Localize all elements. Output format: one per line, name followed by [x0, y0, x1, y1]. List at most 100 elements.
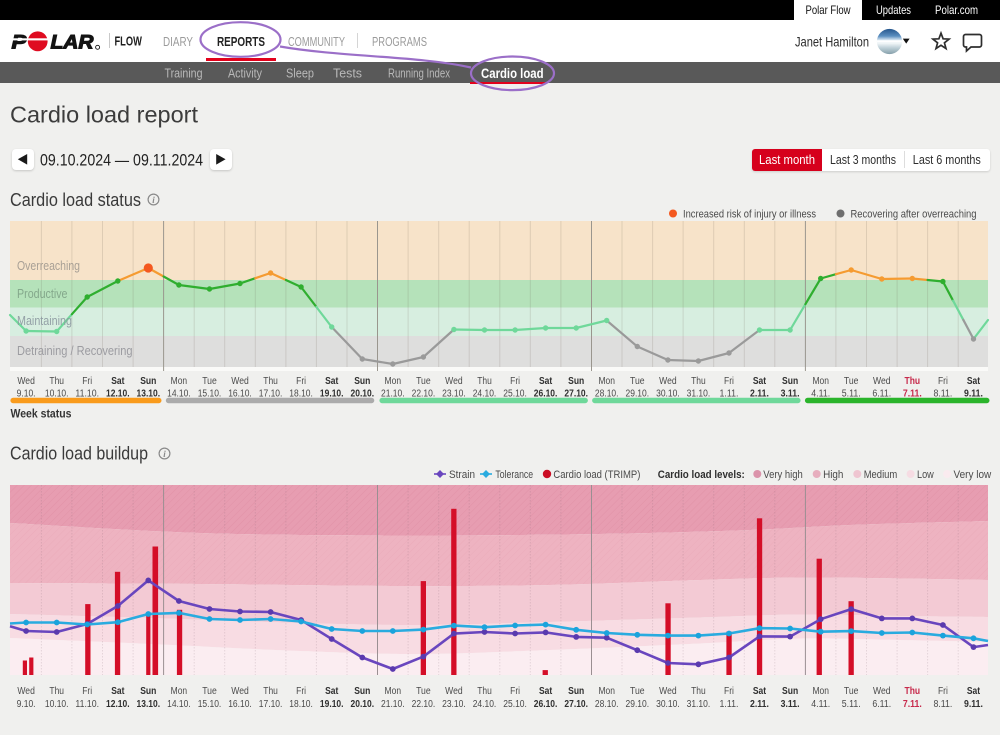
svg-text:28.10.: 28.10. [595, 699, 619, 710]
svg-text:Tue: Tue [630, 376, 645, 387]
svg-text:Strain: Strain [449, 469, 475, 481]
svg-text:High: High [823, 469, 843, 481]
svg-text:14.10.: 14.10. [167, 699, 191, 710]
svg-text:10.10.: 10.10. [45, 389, 69, 400]
svg-text:4.11.: 4.11. [811, 389, 830, 400]
svg-text:Cardio load status: Cardio load status [10, 189, 141, 210]
svg-text:16.10.: 16.10. [228, 699, 252, 710]
svg-text:30.10.: 30.10. [656, 699, 680, 710]
svg-text:Tue: Tue [416, 376, 431, 387]
svg-text:21.10.: 21.10. [381, 389, 405, 400]
svg-text:22.10.: 22.10. [412, 389, 436, 400]
svg-text:1.11.: 1.11. [720, 699, 739, 710]
svg-text:Tue: Tue [416, 686, 431, 697]
svg-text:13.10.: 13.10. [137, 699, 161, 710]
svg-text:Tue: Tue [202, 686, 217, 697]
svg-text:Cardio load buildup: Cardio load buildup [10, 443, 148, 464]
svg-text:30.10.: 30.10. [656, 389, 680, 400]
svg-text:8.11.: 8.11. [933, 699, 952, 710]
svg-text:Mon: Mon [385, 376, 402, 387]
svg-text:Sun: Sun [354, 376, 370, 387]
svg-text:24.10.: 24.10. [473, 389, 497, 400]
svg-text:22.10.: 22.10. [412, 699, 436, 710]
svg-text:Fri: Fri [938, 686, 948, 697]
svg-text:Wed: Wed [17, 376, 35, 387]
svg-text:11.10.: 11.10. [75, 389, 99, 400]
svg-text:Fri: Fri [724, 686, 734, 697]
svg-text:Wed: Wed [659, 686, 677, 697]
svg-text:Thu: Thu [477, 376, 492, 387]
svg-text:5.11.: 5.11. [842, 389, 861, 400]
svg-text:2.11.: 2.11. [750, 389, 769, 400]
svg-text:23.10.: 23.10. [442, 389, 466, 400]
svg-text:Tue: Tue [844, 686, 859, 697]
svg-text:7.11.: 7.11. [903, 389, 922, 400]
svg-text:Wed: Wed [445, 686, 463, 697]
svg-text:25.10.: 25.10. [503, 699, 527, 710]
svg-text:Sun: Sun [140, 376, 156, 387]
svg-text:29.10.: 29.10. [626, 699, 650, 710]
svg-text:31.10.: 31.10. [687, 699, 711, 710]
svg-text:9.11.: 9.11. [964, 699, 983, 710]
svg-text:29.10.: 29.10. [626, 389, 650, 400]
svg-text:Overreaching: Overreaching [17, 258, 80, 273]
svg-text:Wed: Wed [659, 376, 677, 387]
svg-text:2.11.: 2.11. [750, 699, 769, 710]
svg-text:Thu: Thu [905, 376, 921, 387]
svg-text:Wed: Wed [231, 376, 249, 387]
svg-text:20.10.: 20.10. [351, 389, 375, 400]
svg-text:Tue: Tue [202, 376, 217, 387]
svg-text:28.10.: 28.10. [595, 389, 619, 400]
svg-text:Mon: Mon [171, 686, 188, 697]
svg-text:19.10.: 19.10. [320, 699, 344, 710]
svg-text:Mon: Mon [171, 376, 188, 387]
svg-text:12.10.: 12.10. [106, 699, 130, 710]
svg-text:Cardio load levels:: Cardio load levels: [658, 469, 745, 481]
svg-text:1.11.: 1.11. [720, 389, 739, 400]
svg-text:Tue: Tue [844, 376, 859, 387]
svg-text:14.10.: 14.10. [167, 389, 191, 400]
svg-text:Sun: Sun [568, 686, 584, 697]
svg-text:Week status: Week status [11, 409, 72, 421]
svg-text:09.10.2024 — 09.11.2024: 09.10.2024 — 09.11.2024 [40, 150, 203, 169]
svg-text:19.10.: 19.10. [320, 389, 344, 400]
svg-text:Wed: Wed [873, 376, 891, 387]
svg-text:18.10.: 18.10. [289, 699, 313, 710]
svg-text:Productive: Productive [17, 286, 68, 301]
svg-text:15.10.: 15.10. [198, 389, 222, 400]
svg-text:Wed: Wed [17, 686, 35, 697]
svg-text:Sat: Sat [967, 376, 981, 387]
svg-text:Sat: Sat [111, 686, 125, 697]
svg-text:31.10.: 31.10. [687, 389, 711, 400]
svg-text:Very low: Very low [954, 469, 992, 481]
svg-text:Mon: Mon [598, 686, 615, 697]
svg-text:8.11.: 8.11. [933, 389, 952, 400]
svg-text:Sat: Sat [753, 686, 767, 697]
svg-text:26.10.: 26.10. [534, 699, 558, 710]
svg-text:24.10.: 24.10. [473, 699, 497, 710]
svg-text:Fri: Fri [296, 376, 306, 387]
svg-text:Fri: Fri [510, 686, 520, 697]
svg-text:Fri: Fri [82, 376, 92, 387]
svg-text:4.11.: 4.11. [811, 699, 830, 710]
svg-text:Increased risk of injury or il: Increased risk of injury or illness [683, 209, 816, 221]
svg-text:Fri: Fri [296, 686, 306, 697]
svg-text:Thu: Thu [49, 376, 64, 387]
svg-text:7.11.: 7.11. [903, 699, 922, 710]
svg-text:Wed: Wed [873, 686, 891, 697]
svg-text:Maintaining: Maintaining [17, 313, 72, 328]
svg-text:Sun: Sun [354, 686, 370, 697]
svg-text:Mon: Mon [598, 376, 615, 387]
svg-text:Sun: Sun [782, 376, 798, 387]
svg-text:13.10.: 13.10. [137, 389, 161, 400]
svg-text:Tolerance: Tolerance [495, 469, 533, 481]
svg-text:12.10.: 12.10. [106, 389, 130, 400]
svg-text:23.10.: 23.10. [442, 699, 466, 710]
svg-text:Fri: Fri [724, 376, 734, 387]
svg-text:i: i [163, 449, 166, 459]
svg-text:Thu: Thu [49, 686, 64, 697]
svg-text:Thu: Thu [477, 686, 492, 697]
svg-text:Low: Low [917, 469, 934, 481]
svg-text:Very high: Very high [763, 469, 803, 481]
svg-text:Fri: Fri [938, 376, 948, 387]
